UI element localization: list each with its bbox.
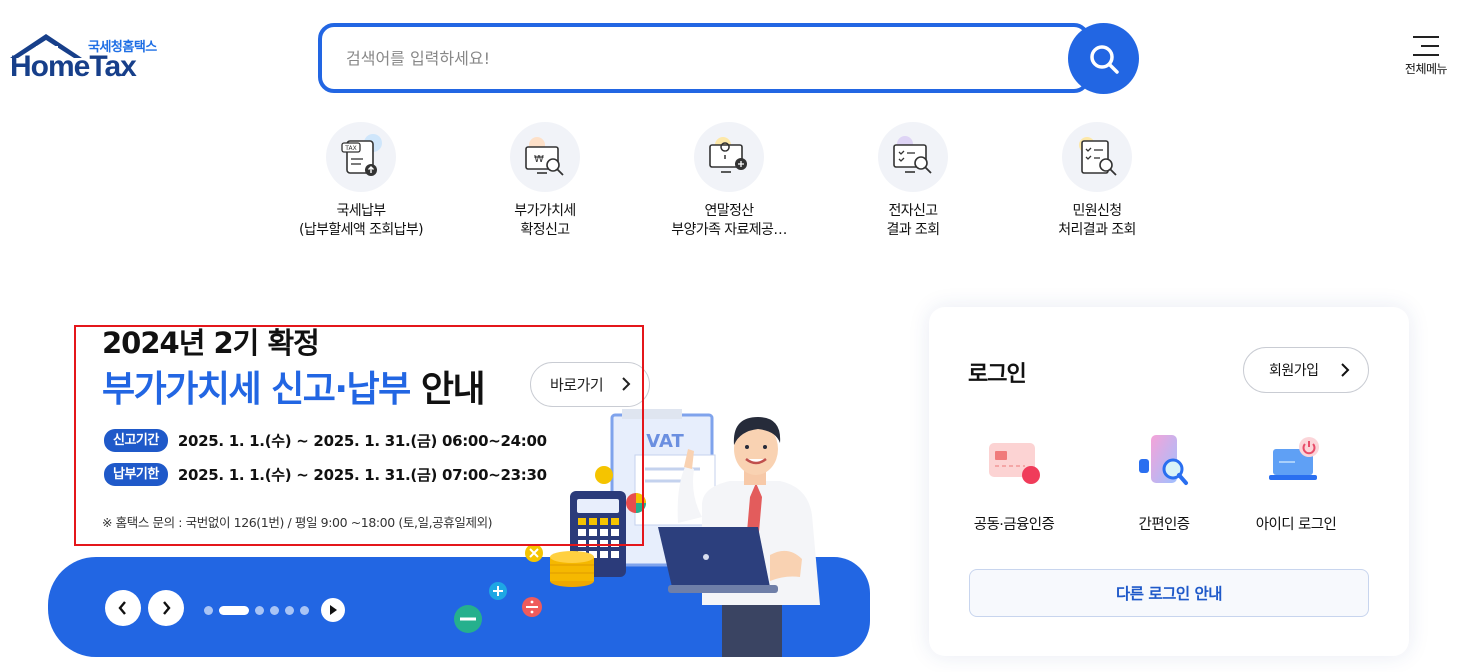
hamburger-icon	[1413, 36, 1439, 56]
chevron-left-icon	[118, 601, 126, 615]
join-button-label: 회원가입	[1269, 363, 1319, 379]
search-icon	[1089, 44, 1119, 74]
certificate-card-icon	[979, 435, 1049, 493]
quick-menu-e-filing-result[interactable]: 전자신고결과 조회	[828, 122, 998, 240]
id-login-label: 아이디 로그인	[1255, 517, 1337, 533]
quick-menu-label-line2: 부양가족 자료제공…	[671, 222, 787, 238]
quick-menu-year-end-settlement[interactable]: 연말정산부양가족 자료제공…	[644, 122, 814, 240]
quick-menu-label-line1: 부가가치세	[514, 203, 576, 219]
highlight-box	[74, 325, 644, 546]
quick-menu-label-line2: 확정신고	[520, 222, 570, 238]
all-menu-label: 전체메뉴	[1404, 62, 1448, 76]
quick-menu-label-line1: 전자신고	[888, 203, 938, 219]
all-menu-button[interactable]: 전체메뉴	[1396, 32, 1456, 86]
phone-auth-icon	[1129, 435, 1199, 493]
quick-menu-tax-payment[interactable]: TAX 국세납부 (납부할세액 조회납부)	[276, 122, 446, 240]
other-login-guide-button[interactable]: 다른 로그인 안내	[969, 569, 1369, 617]
slide-dot[interactable]	[255, 605, 264, 615]
play-icon	[330, 605, 337, 615]
search-button[interactable]	[1068, 23, 1139, 94]
quick-menu-label-line1: 민원신청	[1072, 203, 1122, 219]
year-end-settlement-icon	[694, 122, 764, 192]
quick-menu-label-line1: 국세납부	[336, 203, 386, 219]
quick-menu-label-line2: 처리결과 조회	[1058, 222, 1136, 238]
slide-dot-active[interactable]	[219, 605, 249, 615]
simple-auth-label: 간편인증	[1138, 517, 1191, 533]
slide-dot[interactable]	[300, 605, 309, 615]
search-box	[318, 23, 1090, 93]
search-input[interactable]	[346, 27, 1046, 89]
chevron-right-icon	[163, 601, 171, 615]
quick-menu-label-line2: 결과 조회	[886, 222, 941, 238]
join-button[interactable]: 회원가입	[1243, 347, 1369, 393]
quick-menu-vat-report[interactable]: ₩ 부가가치세확정신고	[460, 122, 630, 240]
certificate-login[interactable]: 공동·금융인증	[954, 435, 1074, 534]
civil-request-icon	[1062, 122, 1132, 192]
vat-sign: VAT	[646, 431, 684, 452]
login-title: 로그인	[968, 362, 1027, 387]
tax-payment-icon: TAX	[326, 122, 396, 192]
prev-slide-button[interactable]	[105, 590, 141, 626]
slide-indicator	[204, 598, 345, 622]
quick-menu-label-line2: (납부할세액 조회납부)	[298, 222, 424, 238]
svg-text:₩: ₩	[534, 154, 544, 165]
other-login-label: 다른 로그인 안내	[1115, 585, 1223, 603]
play-button[interactable]	[321, 598, 345, 622]
next-slide-button[interactable]	[148, 590, 184, 626]
certificate-login-label: 공동·금융인증	[973, 517, 1055, 533]
login-panel: 로그인 회원가입 공동·금융인증 간편인증 아이디 로그인 다른 로그인 안내	[929, 307, 1409, 656]
quick-menu-label-line1: 연말정산	[704, 203, 754, 219]
slide-dot[interactable]	[204, 605, 213, 615]
hometax-logo[interactable]: 국세청홈택스 HomeTax	[8, 32, 178, 88]
slide-dot[interactable]	[285, 605, 294, 615]
svg-text:TAX: TAX	[344, 145, 356, 152]
chevron-right-icon	[1341, 363, 1350, 377]
slide-dot[interactable]	[270, 605, 279, 615]
e-filing-result-icon	[878, 122, 948, 192]
logo-title: HomeTax	[10, 50, 137, 83]
quick-menu-civil-request[interactable]: 민원신청처리결과 조회	[1012, 122, 1182, 240]
id-login[interactable]: 아이디 로그인	[1236, 435, 1356, 534]
vat-report-icon: ₩	[510, 122, 580, 192]
laptop-id-icon	[1261, 435, 1331, 493]
simple-auth-login[interactable]: 간편인증	[1104, 435, 1224, 534]
